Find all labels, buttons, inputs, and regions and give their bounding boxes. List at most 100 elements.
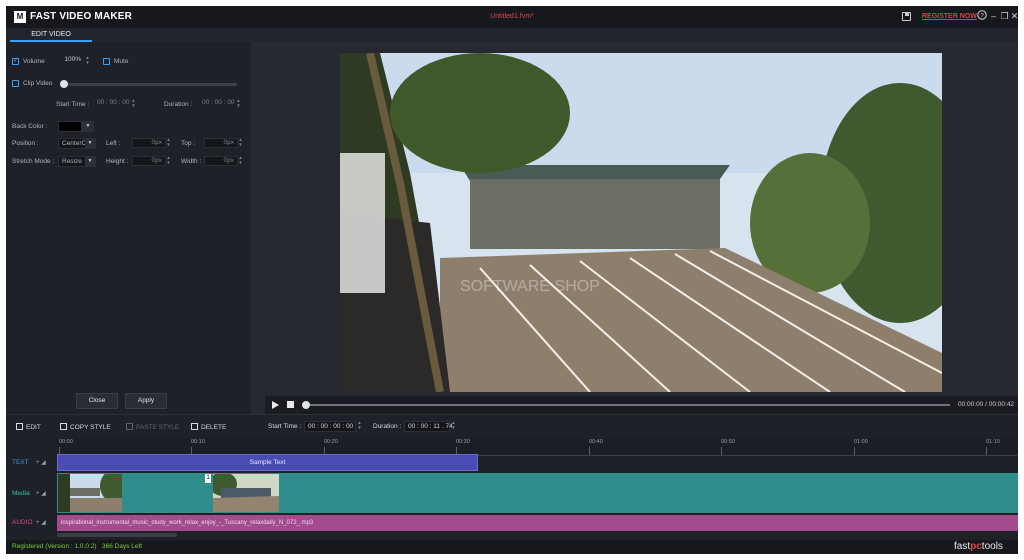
close-window-button[interactable]: ✕	[1009, 10, 1018, 23]
ruler-tick-label: 00:20	[324, 439, 338, 445]
audio-track[interactable]: inspirational_instrumental_music_study_w…	[57, 515, 1018, 531]
media-track[interactable]: 1	[57, 473, 1018, 513]
edit-icon	[16, 423, 23, 430]
duration-field[interactable]: 00 : 00 : 00	[199, 99, 235, 109]
chevron-down-icon: ▼	[85, 139, 95, 148]
height-field[interactable]: 0px	[132, 156, 166, 166]
ruler-tick-label: 00:50	[721, 439, 735, 445]
stretch-mode-value: Resize	[62, 158, 82, 165]
player-controls: 00:00:00 / 00:00:42	[265, 396, 1018, 414]
seek-knob[interactable]	[302, 401, 310, 409]
volume-spinner-icon[interactable]: ▲ ▼	[85, 55, 90, 66]
tl-duration-field[interactable]: 00 : 00 : 11 . 74	[404, 421, 453, 432]
volume-label: Volume	[23, 58, 45, 65]
chevron-down-icon: ▼	[85, 157, 95, 166]
properties-panel: Volume 100% ▲▼ Mute Clip Video Start Tim…	[6, 42, 251, 414]
ruler-tick	[589, 447, 590, 455]
media-thumbnail-image	[58, 474, 122, 512]
ruler-tick-label: 01:00	[854, 439, 868, 445]
copy-style-label: COPY STYLE	[70, 424, 111, 431]
audio-track-add-icon[interactable]: + ◢	[36, 519, 46, 526]
clip-video-label: Clip Video	[23, 80, 53, 87]
seek-bar[interactable]	[305, 404, 950, 406]
start-time-field[interactable]: 00 : 00 : 00	[94, 99, 130, 109]
position-select[interactable]: CenterCe ▼	[58, 138, 96, 149]
tl-start-time-field[interactable]: 00 : 00 : 00 : 00	[304, 421, 356, 432]
back-color-dropdown[interactable]: ▼	[82, 121, 94, 132]
top-field[interactable]: 0px	[204, 138, 238, 148]
video-watermark: SOFTWARE SHOP	[460, 278, 600, 295]
volume-value[interactable]: 100%	[54, 56, 84, 66]
clip-slider-track[interactable]	[62, 83, 237, 86]
width-field[interactable]: 0px	[204, 156, 238, 166]
minimize-button[interactable]: –	[988, 10, 999, 23]
width-spinner-icon[interactable]: ▲ ▼	[238, 155, 243, 166]
stop-icon[interactable]	[287, 401, 294, 408]
delete-button[interactable]: DELETE	[191, 423, 226, 431]
register-now-link[interactable]: REGISTER NOW	[922, 13, 977, 20]
current-time: 00:00:00	[958, 401, 984, 408]
paste-style-label: PASTE STYLE	[136, 424, 180, 431]
width-label: Width :	[181, 158, 202, 165]
media-clip-badge: 1	[205, 474, 211, 483]
mute-checkbox[interactable]	[103, 58, 110, 65]
paste-style-button[interactable]: PASTE STYLE	[126, 423, 179, 431]
left-spinner-icon[interactable]: ▲ ▼	[166, 137, 171, 148]
mute-label: Mute	[114, 58, 129, 65]
ruler-tick-label: 01:10	[986, 439, 1000, 445]
duration-spinner-icon[interactable]: ▲ ▼	[236, 98, 241, 109]
ruler-tick-label: 00:10	[191, 439, 205, 445]
text-clip[interactable]: Sample Text	[57, 454, 478, 471]
paste-icon	[126, 423, 133, 430]
position-label: Position :	[12, 140, 39, 147]
clip-slider-knob[interactable]	[60, 80, 68, 88]
audio-track-label: AUDIO	[12, 519, 33, 526]
video-preview-area: SOFTWARE SHOP 00:00:00 / 00:00:42	[251, 42, 1018, 414]
play-icon[interactable]	[272, 401, 279, 409]
help-icon[interactable]: ?	[976, 10, 987, 23]
video-frame[interactable]: SOFTWARE SHOP	[340, 53, 942, 392]
tl-duration-spinner-icon[interactable]: ▲ ▼	[451, 420, 456, 432]
timeline-scrollbar[interactable]	[57, 533, 177, 537]
left-field[interactable]: 0px	[132, 138, 166, 148]
back-color-label: Back Color :	[12, 123, 48, 130]
left-label: Left :	[106, 140, 121, 147]
tl-duration-label: Duration :	[373, 423, 402, 430]
total-time: 00:00:42	[988, 401, 1015, 408]
stretch-mode-label: Stretch Mode :	[12, 158, 55, 165]
tab-edit-video[interactable]: EDIT VIDEO	[10, 29, 92, 42]
media-thumbnail-image	[213, 474, 279, 512]
ruler-tick	[721, 447, 722, 455]
trash-icon	[191, 423, 198, 430]
clip-video-checkbox[interactable]	[12, 80, 19, 87]
copy-style-button[interactable]: COPY STYLE	[60, 423, 111, 431]
top-spinner-icon[interactable]: ▲ ▼	[238, 137, 243, 148]
tl-start-time-spinner-icon[interactable]: ▲ ▼	[357, 420, 362, 432]
status-bar: Registered (Version : 1.0.0.2) 366 Days …	[6, 540, 1018, 554]
stretch-mode-select[interactable]: Resize ▼	[58, 156, 96, 167]
video-frame-image: SOFTWARE SHOP	[340, 53, 942, 392]
close-button[interactable]: Close	[76, 393, 118, 409]
top-label: Top :	[181, 140, 196, 147]
media-thumbnail	[213, 474, 279, 512]
media-track-add-icon[interactable]: + ◢	[36, 490, 46, 497]
ruler-tick-label: 00:00	[59, 439, 73, 445]
media-thumbnail	[58, 474, 122, 512]
text-track-label: TEXT	[12, 459, 29, 466]
start-time-spinner-icon[interactable]: ▲ ▼	[131, 98, 136, 109]
fastpctools-logo: fastpctools	[954, 541, 1003, 552]
time-separator: /	[985, 401, 987, 408]
apply-button[interactable]: Apply	[125, 393, 167, 409]
volume-checkbox[interactable]	[12, 56, 19, 65]
text-track-add-icon[interactable]: + ◢	[36, 459, 46, 466]
media-track-label: Media	[12, 490, 30, 497]
registration-status: Registered (Version : 1.0.0.2)	[12, 543, 97, 550]
edit-button[interactable]: EDIT	[16, 423, 41, 431]
help-icon-graphic: ?	[976, 10, 987, 20]
brand-mid: pc	[970, 541, 982, 552]
timeline-toolbar: EDIT COPY STYLE PASTE STYLE DELETE Start…	[6, 414, 1018, 438]
back-color-swatch[interactable]	[58, 121, 82, 132]
save-icon[interactable]	[902, 12, 911, 21]
brand-suffix: tools	[981, 541, 1003, 552]
height-spinner-icon[interactable]: ▲ ▼	[166, 155, 171, 166]
